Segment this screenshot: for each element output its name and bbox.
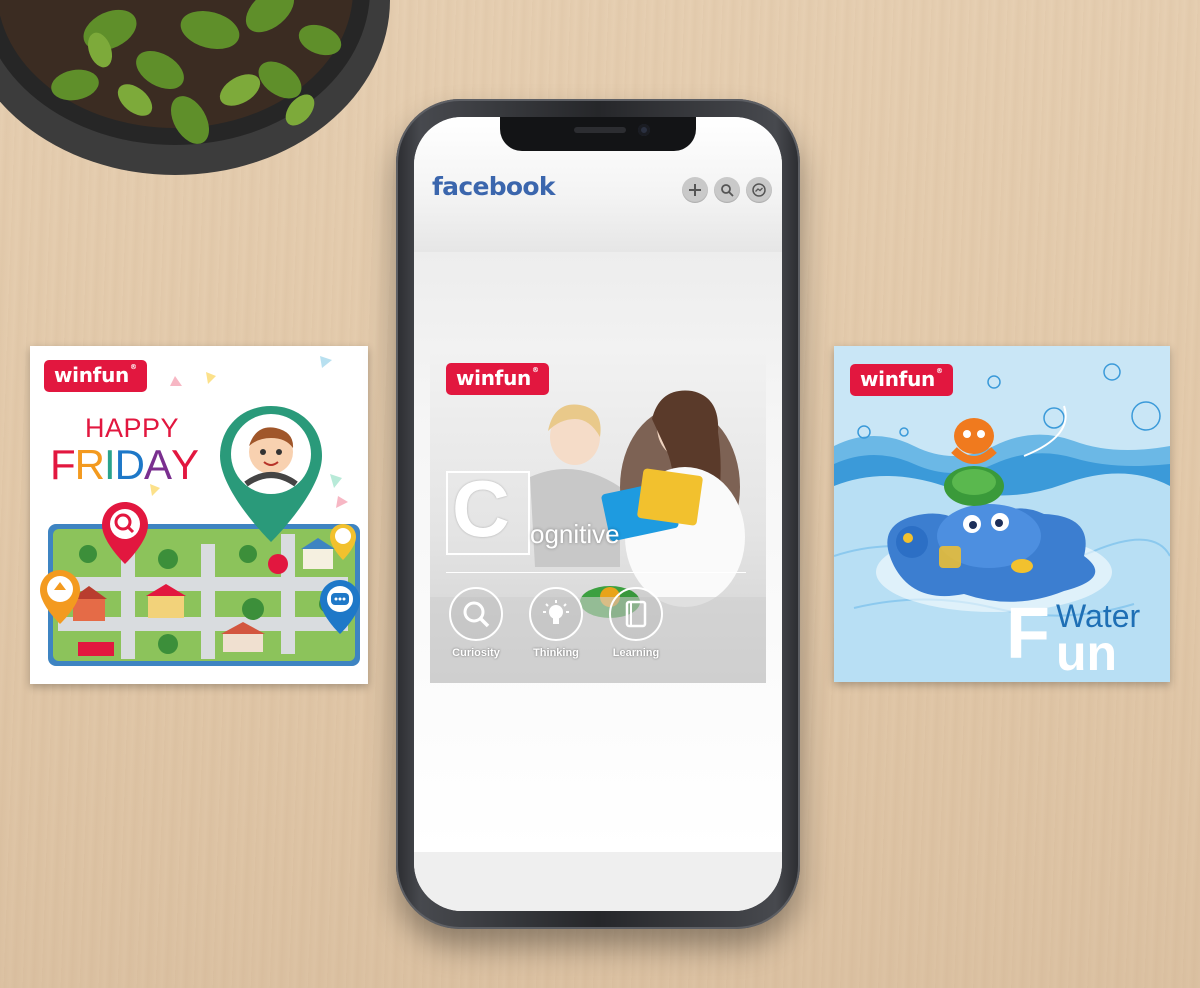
happy-friday-card: winfun® HAPPY FRIDAY (30, 346, 368, 684)
phone-notch (500, 117, 696, 151)
potted-plant-image (0, 0, 390, 175)
lightbulb-icon (529, 587, 583, 641)
book-icon (609, 587, 663, 641)
compass-pin-icon (330, 524, 356, 560)
smartphone-frame: facebook winfun® C ognitive Curiosity Th… (396, 99, 800, 929)
skill-curiosity: Curiosity (436, 587, 516, 659)
pointer-pin-icon (40, 570, 80, 624)
headline-divider (446, 572, 746, 573)
front-camera (638, 124, 650, 136)
winfun-logo: winfun® (850, 364, 953, 396)
search-icon (449, 587, 503, 641)
winfun-logo: winfun® (446, 363, 549, 395)
plus-icon[interactable] (682, 177, 708, 203)
baby-driver-pin-icon (220, 406, 322, 542)
headline-rest: ognitive (530, 519, 620, 549)
messenger-icon[interactable] (746, 177, 772, 203)
earpiece-speaker (574, 127, 626, 133)
feed-post-image[interactable]: winfun® C ognitive Curiosity Thinking Le… (430, 347, 766, 683)
fun-initial-text: F (1006, 594, 1050, 674)
facebook-logo-text[interactable]: facebook (432, 172, 555, 201)
search-pin-icon (102, 502, 148, 564)
skill-learning: Learning (596, 587, 676, 659)
headline-initial: C (452, 464, 510, 553)
fun-rest-text: un (1056, 625, 1118, 681)
water-fun-card: winfun® Water F un (834, 346, 1170, 682)
skill-label: Thinking (533, 647, 579, 659)
home-indicator-area (414, 852, 782, 911)
phone-screen: facebook winfun® C ognitive Curiosity Th… (414, 117, 782, 911)
skill-thinking: Thinking (516, 587, 596, 659)
search-icon[interactable] (714, 177, 740, 203)
chat-pin-icon (320, 580, 360, 634)
skill-label: Curiosity (452, 647, 500, 659)
skill-label: Learning (612, 647, 660, 659)
